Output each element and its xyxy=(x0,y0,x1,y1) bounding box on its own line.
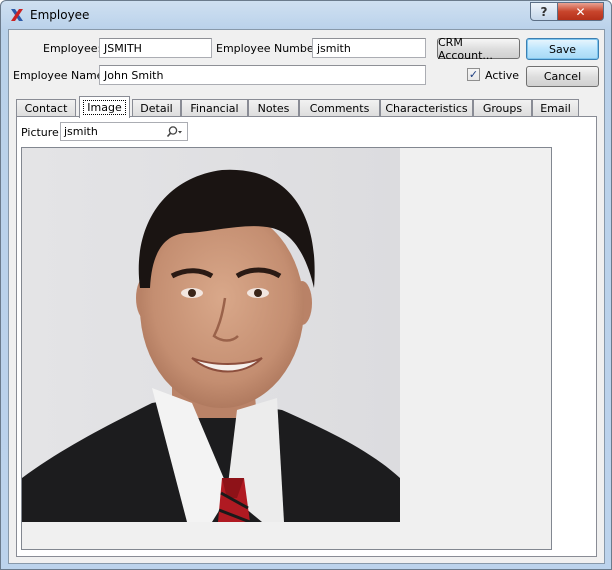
employee-label: Employee: xyxy=(43,42,102,55)
title-bar[interactable]: Employee ? ✕ xyxy=(1,1,611,29)
tab-image[interactable]: Image xyxy=(79,96,130,118)
cancel-button[interactable]: Cancel xyxy=(526,66,599,87)
tab-label: Groups xyxy=(482,102,523,115)
active-checkbox[interactable]: ✓ xyxy=(467,68,480,81)
tab-email[interactable]: Email xyxy=(532,99,579,117)
save-button[interactable]: Save xyxy=(526,38,599,60)
tab-label: Detail xyxy=(140,102,173,115)
tab-detail[interactable]: Detail xyxy=(132,99,181,117)
employee-photo xyxy=(22,148,400,522)
active-label: Active xyxy=(485,69,520,82)
tab-comments[interactable]: Comments xyxy=(299,99,380,117)
tab-label: Characteristics xyxy=(385,102,468,115)
search-icon[interactable] xyxy=(165,125,183,139)
tab-notes[interactable]: Notes xyxy=(248,99,299,117)
tab-label: Financial xyxy=(190,102,239,115)
app-x-icon xyxy=(11,9,23,21)
save-label: Save xyxy=(548,42,576,56)
picture-viewer xyxy=(21,147,552,550)
picture-lookup-field[interactable]: jsmith xyxy=(60,122,188,141)
image-tab-panel: Picture: jsmith xyxy=(16,116,597,557)
tab-characteristics[interactable]: Characteristics xyxy=(380,99,473,117)
tab-financial[interactable]: Financial xyxy=(181,99,248,117)
tab-contact[interactable]: Contact xyxy=(16,99,76,117)
dialog-body: Employee: JSMITH Employee Number: jsmith… xyxy=(8,29,605,564)
employee-value: JSMITH xyxy=(104,42,142,55)
tab-label: Notes xyxy=(257,102,290,115)
close-icon: ✕ xyxy=(575,4,586,19)
cancel-label: Cancel xyxy=(543,70,582,83)
close-button[interactable]: ✕ xyxy=(557,2,604,21)
picture-label: Picture: xyxy=(21,126,63,139)
tab-label: Contact xyxy=(24,102,68,115)
tab-label: Email xyxy=(540,102,571,115)
picture-value: jsmith xyxy=(64,125,98,138)
checkmark-icon: ✓ xyxy=(468,68,479,81)
tab-label: Comments xyxy=(309,102,370,115)
tab-label: Image xyxy=(83,100,126,115)
employee-name-value: John Smith xyxy=(104,69,164,82)
help-button[interactable]: ? xyxy=(530,2,558,21)
help-icon: ? xyxy=(540,4,548,19)
employee-name-label: Employee Name: xyxy=(13,69,108,82)
employee-number-label: Employee Number: xyxy=(216,42,322,55)
employee-window: Employee ? ✕ Employee: JSMITH Employee N… xyxy=(0,0,612,570)
employee-number-field[interactable]: jsmith xyxy=(312,38,426,58)
employee-name-field[interactable]: John Smith xyxy=(99,65,426,85)
tab-groups[interactable]: Groups xyxy=(473,99,532,117)
window-title: Employee xyxy=(30,8,90,22)
employee-number-value: jsmith xyxy=(317,42,351,55)
crm-account-button[interactable]: CRM Account... xyxy=(437,35,520,62)
employee-field[interactable]: JSMITH xyxy=(99,38,212,58)
crm-account-label: CRM Account... xyxy=(438,35,493,62)
